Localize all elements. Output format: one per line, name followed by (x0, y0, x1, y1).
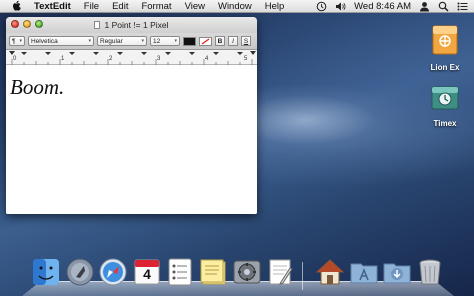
apple-menu-icon[interactable] (12, 0, 24, 12)
font-style-popup[interactable]: Regular ▾ (97, 36, 147, 46)
document-text[interactable]: Boom. (10, 75, 64, 100)
launchpad-icon[interactable] (66, 258, 94, 286)
ruler-number: 4 (205, 56, 209, 62)
desktop-icon-label: Timex (433, 119, 457, 128)
downloads-folder-icon[interactable] (383, 258, 411, 286)
menu-help[interactable]: Help (265, 1, 285, 12)
menu-bar: TextEdit File Edit Format View Window He… (0, 0, 474, 13)
ruler-number: 1 (61, 56, 65, 62)
ruler-ticks (9, 51, 256, 65)
desktop-icon-timex[interactable]: Timex (425, 84, 465, 128)
textedit-icon[interactable] (266, 258, 294, 286)
ruler-number: 5 (244, 56, 248, 62)
font-size-combo[interactable]: 12 ▾ (150, 36, 180, 46)
ruler-number: 0 (13, 56, 17, 62)
calendar-day: 4 (143, 266, 151, 282)
menu-window[interactable]: Window (218, 1, 252, 12)
trash-icon[interactable] (416, 258, 444, 286)
font-family-popup[interactable]: Helvetica ▾ (28, 36, 94, 46)
bold-button[interactable]: B (215, 36, 225, 46)
menu-view[interactable]: View (185, 1, 205, 12)
textedit-window: 1 Point != 1 Pixel ¶ ▾ Helvetica ▾ Regular… (6, 17, 257, 214)
paragraph-style-popup[interactable]: ¶ ▾ (9, 36, 25, 46)
menu-clock[interactable]: Wed 8:46 AM (354, 1, 411, 12)
chevron-down-icon: ▾ (174, 38, 177, 44)
spotlight-search-icon[interactable] (438, 1, 449, 12)
menu-file[interactable]: File (84, 1, 99, 12)
safari-icon[interactable] (99, 258, 127, 286)
applications-folder-icon[interactable] (350, 258, 378, 286)
menu-edit[interactable]: Edit (112, 1, 128, 12)
font-size-value: 12 (153, 37, 161, 45)
chevron-down-icon: ▾ (19, 38, 22, 44)
reminders-icon[interactable] (166, 258, 194, 286)
highlight-color-well[interactable] (199, 36, 212, 46)
text-color-well[interactable] (183, 36, 196, 46)
zoom-button[interactable] (35, 20, 43, 28)
close-button[interactable] (11, 20, 19, 28)
dock-separator (302, 262, 303, 290)
menu-status-area: Wed 8:46 AM (316, 0, 468, 13)
volume-icon[interactable] (335, 1, 346, 12)
stickies-icon[interactable] (199, 258, 227, 286)
window-controls (11, 20, 43, 28)
time-machine-icon[interactable] (316, 1, 327, 12)
minimize-button[interactable] (23, 20, 31, 28)
window-title: 1 Point != 1 Pixel (104, 20, 169, 30)
system-preferences-icon[interactable] (233, 258, 261, 286)
font-style-value: Regular (100, 37, 123, 45)
desktop-icon-label: Lion Ex (430, 63, 460, 72)
window-titlebar[interactable]: 1 Point != 1 Pixel (6, 17, 257, 33)
ruler-number: 3 (157, 56, 161, 62)
desktop-icon-lion-ex[interactable]: Lion Ex (425, 24, 465, 72)
menu-app-name[interactable]: TextEdit (34, 1, 71, 12)
chevron-down-icon: ▾ (88, 38, 91, 44)
italic-button[interactable]: I (228, 36, 238, 46)
document-text-area[interactable]: Boom. (6, 65, 257, 214)
finder-icon[interactable] (32, 258, 60, 286)
format-bar: ¶ ▾ Helvetica ▾ Regular ▾ 12 ▾ B I S (6, 33, 257, 50)
no-color-icon (201, 37, 210, 45)
time-machine-drive-icon (431, 86, 459, 110)
user-icon[interactable] (419, 1, 430, 12)
menu-format[interactable]: Format (141, 1, 171, 12)
notification-center-icon[interactable] (457, 1, 468, 12)
calendar-icon[interactable]: 4 (133, 258, 161, 286)
ruler-number: 2 (109, 56, 113, 62)
usb-drive-icon (432, 25, 458, 55)
document-proxy-icon[interactable] (94, 21, 101, 29)
home-folder-icon[interactable] (315, 258, 345, 286)
underline-button[interactable]: S (241, 36, 251, 46)
chevron-down-icon: ▾ (141, 38, 144, 44)
paragraph-style-label: ¶ (12, 37, 16, 45)
font-family-value: Helvetica (31, 37, 58, 45)
ruler[interactable]: 0 1 2 3 4 5 (6, 50, 257, 65)
